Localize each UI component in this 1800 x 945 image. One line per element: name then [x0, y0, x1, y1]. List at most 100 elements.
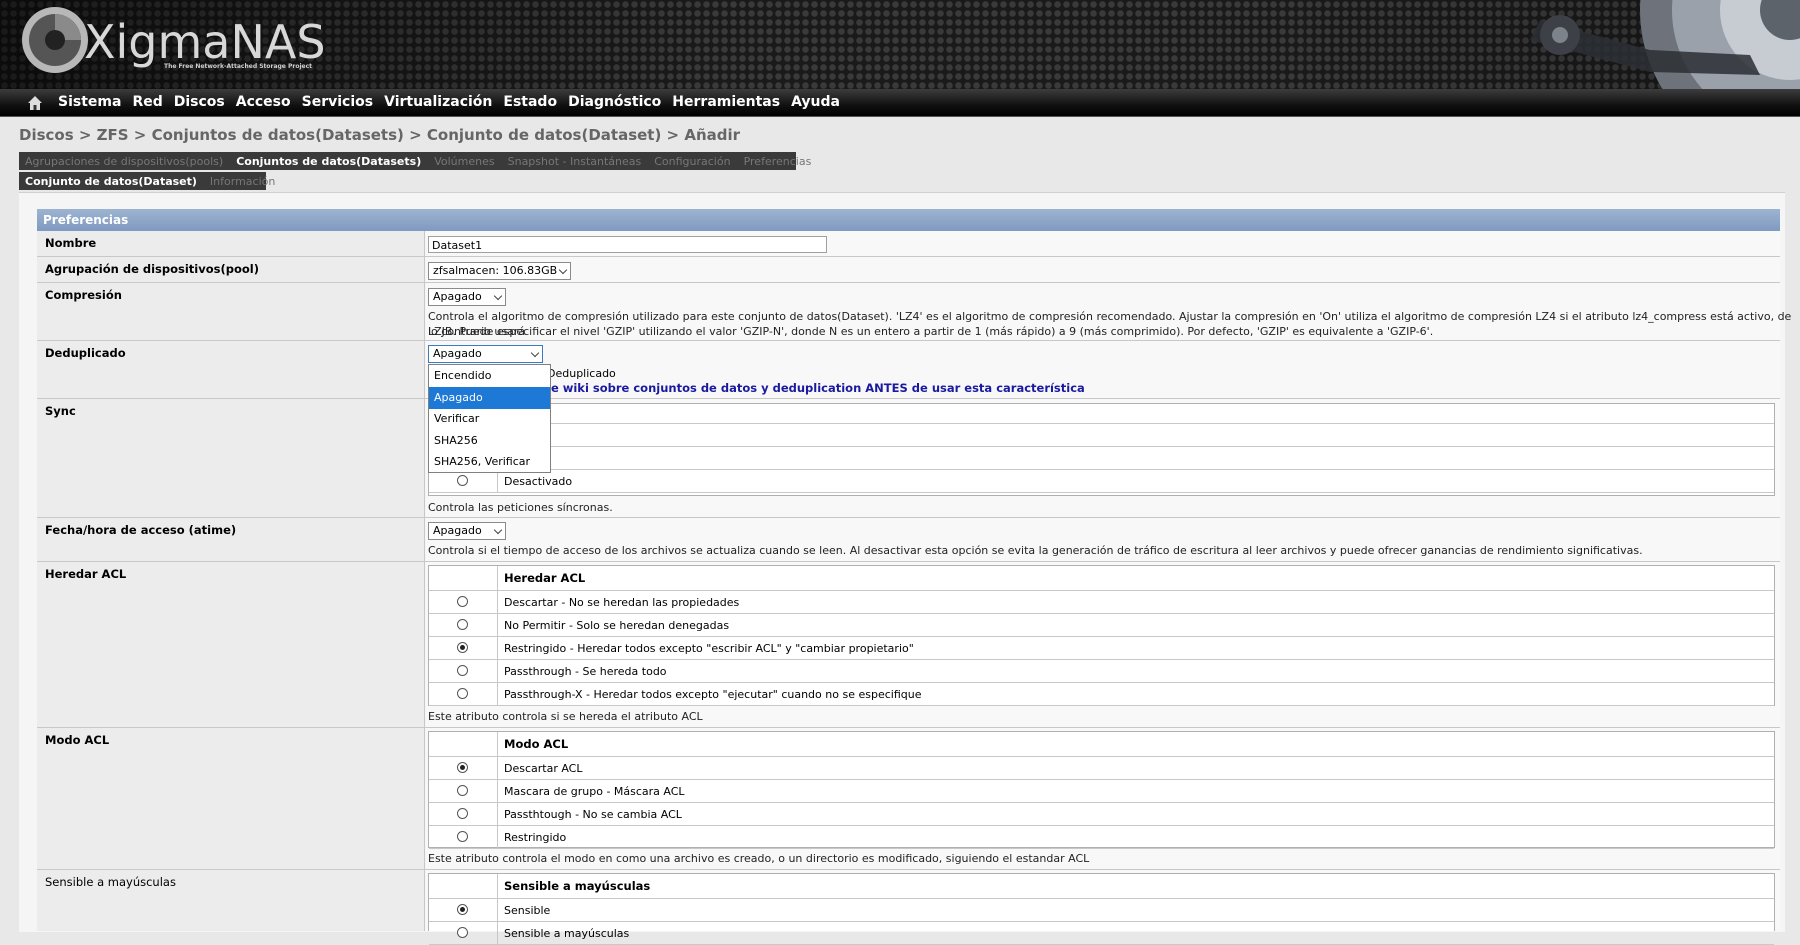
aclinherit-option-1[interactable]: No Permitir - Solo se heredan denegadas: [429, 614, 1774, 637]
aclmode-option-label: Mascara de grupo - Máscara ACL: [504, 785, 685, 798]
atime-label: Fecha/hora de acceso (atime): [45, 523, 237, 537]
casesens-option-1[interactable]: Sensible a mayúsculas: [429, 922, 1774, 945]
sync-option-1[interactable]: [429, 447, 1774, 470]
casesens-option-0[interactable]: Sensible: [429, 899, 1774, 922]
sync-desc: Controla las peticiones síncronas.: [428, 501, 613, 514]
tab-2[interactable]: Volúmenes: [434, 155, 494, 168]
dedup-option-0[interactable]: Encendido: [429, 365, 550, 387]
dedup-option-4[interactable]: SHA256, Verificar: [429, 451, 550, 473]
aclinherit-radio-cell: [429, 614, 498, 636]
dedup-option-1[interactable]: Apagado: [429, 386, 550, 409]
aclinherit-option-3[interactable]: Passthrough - Se hereda todo: [429, 660, 1774, 683]
nav-item-2[interactable]: Discos: [174, 89, 225, 116]
compression-desc-2: LZJB. Puede especificar el nivel 'GZIP' …: [428, 325, 1434, 338]
casesens-option-label: Sensible: [504, 904, 551, 917]
dedup-option-3[interactable]: SHA256: [429, 430, 550, 452]
atime-select-value: Apagado: [433, 524, 482, 537]
compression-label: Compresión: [45, 288, 122, 302]
aclmode-radio-button[interactable]: [457, 785, 468, 796]
aclinherit-radio-button[interactable]: [457, 688, 468, 699]
aclmode-radio-button[interactable]: [457, 808, 468, 819]
row-name: Nombre: [37, 231, 1780, 257]
nav-item-1[interactable]: Red: [132, 89, 162, 116]
chevron-down-icon: [493, 291, 503, 301]
aclmode-option-1[interactable]: Mascara de grupo - Máscara ACL: [429, 780, 1774, 803]
subsection-tabs: Conjunto de datos(Dataset) Información: [19, 172, 275, 190]
aclmode-radio-button[interactable]: [457, 762, 468, 773]
dedup-option-2[interactable]: Verificar: [429, 408, 550, 430]
aclmode-option-0[interactable]: Descartar ACL: [429, 757, 1774, 780]
casesens-label: Sensible a mayúsculas: [45, 875, 176, 889]
aclinherit-radio-cell: [429, 683, 498, 705]
sync-label: Sync: [45, 404, 76, 418]
casesens-radio-button[interactable]: [457, 904, 468, 915]
sync-option-0[interactable]: minado: [429, 424, 1774, 447]
chevron-down-icon: [493, 525, 503, 535]
xigmanas-logo: XigmaNAS The Free Network-Attached Stora…: [22, 7, 326, 73]
breadcrumb: Discos > ZFS > Conjuntos de datos(Datase…: [19, 126, 741, 144]
aclinherit-option-label: Passthrough-X - Heredar todos excepto "e…: [504, 688, 922, 701]
name-label: Nombre: [45, 236, 97, 250]
aclinherit-option-label: Restringido - Heredar todos excepto "esc…: [504, 642, 914, 655]
aclinherit-radio-button[interactable]: [457, 596, 468, 607]
aclinherit-header-row: Heredar ACL: [429, 566, 1774, 591]
aclmode-radio-button[interactable]: [457, 831, 468, 842]
aclinherit-label: Heredar ACL: [45, 567, 127, 581]
name-input[interactable]: Dataset1: [428, 236, 827, 253]
logo-text: XigmaNAS: [84, 15, 326, 69]
tab-3[interactable]: Snapshot - Instantáneas: [508, 155, 642, 168]
pool-select-value: zfsalmacen: 106.83GB: [433, 264, 558, 277]
aclinherit-options-table: Heredar ACL Descartar - No se heredan las…: [428, 565, 1775, 706]
tab-4[interactable]: Configuración: [654, 155, 730, 168]
nav-item-3[interactable]: Acceso: [236, 89, 291, 116]
row-pool: Agrupación de dispositivos(pool): [37, 257, 1780, 283]
hard-disk-art: [1530, 0, 1800, 89]
subtab-1[interactable]: Información: [210, 175, 275, 188]
aclinherit-radio-button[interactable]: [457, 665, 468, 676]
aclmode-radio-cell: [429, 780, 498, 802]
compression-select-value: Apagado: [433, 290, 482, 303]
aclmode-option-3[interactable]: Restringido: [429, 826, 1774, 849]
nav-item-0[interactable]: Sistema: [58, 89, 121, 116]
atime-select[interactable]: Apagado: [428, 522, 506, 540]
dedup-label: Deduplicado: [45, 346, 126, 360]
atime-desc: Controla si el tiempo de acceso de los a…: [428, 544, 1643, 557]
nav-item-8[interactable]: Herramientas: [672, 89, 780, 116]
aclinherit-option-2[interactable]: Restringido - Heredar todos excepto "esc…: [429, 637, 1774, 660]
aclinherit-radio-button[interactable]: [457, 642, 468, 653]
aclinherit-option-label: Passthrough - Se hereda todo: [504, 665, 667, 678]
aclinherit-radio-cell: [429, 591, 498, 613]
nav-item-6[interactable]: Estado: [503, 89, 557, 116]
aclmode-option-2[interactable]: Passthtough - No se cambia ACL: [429, 803, 1774, 826]
aclmode-option-label: Descartar ACL: [504, 762, 583, 775]
tab-1[interactable]: Conjuntos de datos(Datasets): [236, 155, 421, 168]
aclinherit-option-0[interactable]: Descartar - No se heredan las propiedade…: [429, 591, 1774, 614]
nav-item-4[interactable]: Servicios: [302, 89, 373, 116]
dedup-select[interactable]: Apagado: [428, 345, 543, 363]
nav-item-5[interactable]: Virtualización: [384, 89, 492, 116]
compression-select[interactable]: Apagado: [428, 288, 506, 306]
aclmode-options-table: Modo ACL Descartar ACL Mascara de grupo - …: [428, 731, 1775, 849]
subtab-0[interactable]: Conjunto de datos(Dataset): [25, 175, 197, 188]
tab-5[interactable]: Preferencias: [744, 155, 812, 168]
pool-select[interactable]: zfsalmacen: 106.83GB: [428, 262, 571, 280]
sync-radio-button[interactable]: [457, 475, 468, 486]
dedup-wiki-link[interactable]: le wiki sobre conjuntos de datos y dedup…: [547, 381, 1085, 395]
aclmode-option-label: Restringido: [504, 831, 567, 844]
sync-option-2[interactable]: Desactivado: [429, 470, 1774, 493]
aclinherit-option-label: No Permitir - Solo se heredan denegadas: [504, 619, 730, 632]
tab-0[interactable]: Agrupaciones de dispositivos(pools): [25, 155, 223, 168]
nav-item-7[interactable]: Diagnóstico: [568, 89, 661, 116]
aclinherit-radio-cell: [429, 637, 498, 659]
aclmode-label: Modo ACL: [45, 733, 110, 747]
pool-label: Agrupación de dispositivos(pool): [45, 262, 259, 276]
aclinherit-option-4[interactable]: Passthrough-X - Heredar todos excepto "e…: [429, 683, 1774, 706]
aclinherit-header-blank: [429, 566, 498, 590]
aclmode-radio-cell: [429, 826, 498, 848]
nav-item-9[interactable]: Ayuda: [791, 89, 840, 116]
casesens-radio-button[interactable]: [457, 927, 468, 938]
aclinherit-radio-button[interactable]: [457, 619, 468, 630]
dedup-info-text: Deduplicado: [547, 367, 616, 380]
home-icon[interactable]: [26, 94, 44, 112]
dedup-select-value: Apagado: [433, 347, 482, 360]
